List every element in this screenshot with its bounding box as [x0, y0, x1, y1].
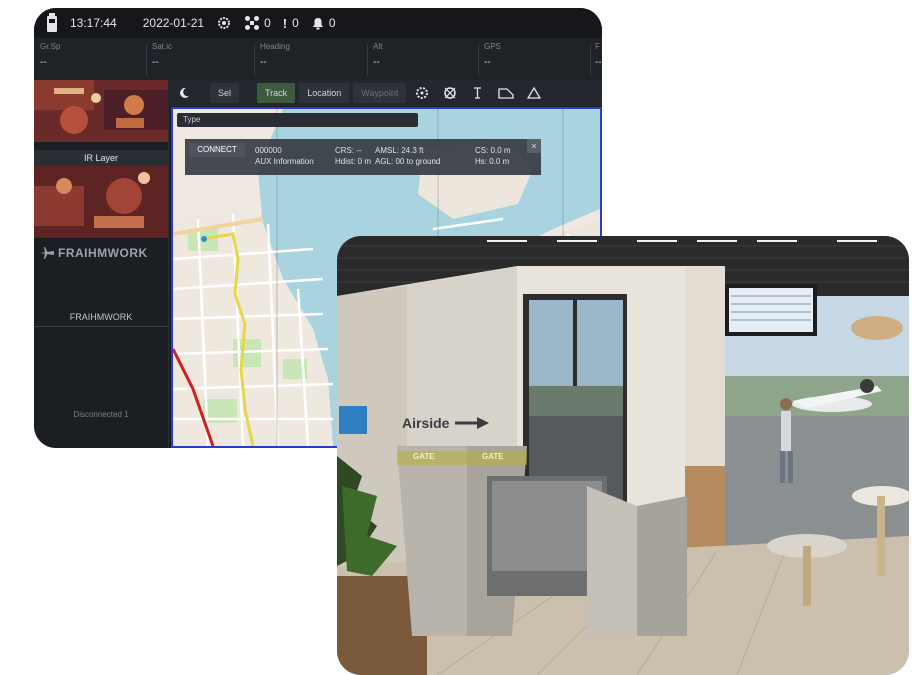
clock-time: 13:17:44 — [70, 16, 117, 30]
telemetry-cell: F -- — [595, 42, 602, 68]
rotor-icon[interactable] — [410, 83, 434, 103]
drone-status[interactable]: 0 — [244, 15, 271, 31]
airplane-icon — [40, 247, 54, 259]
airside-gate-photo: Airside GATE GATE — [337, 236, 909, 675]
telemetry-cell: Heading -- — [260, 42, 290, 68]
telemetry-cell: Sat.ic -- — [152, 42, 173, 68]
warning-count: 0 — [292, 16, 299, 30]
brand-logo: FRAIHMWORK — [40, 246, 148, 260]
airside-sign: Airside — [402, 415, 490, 431]
location-button[interactable]: Location — [299, 83, 350, 103]
airside-label: Airside — [402, 415, 450, 431]
moon-icon[interactable] — [172, 83, 196, 103]
bell-icon — [312, 18, 323, 30]
thermal-feed-thumbnail-2[interactable] — [34, 166, 168, 238]
telemetry-cell: GPS -- — [484, 42, 501, 68]
triangle-icon[interactable] — [522, 83, 546, 103]
alarm-status[interactable]: 0 — [311, 16, 336, 30]
brand-subtitle: FRAIHMWORK — [69, 312, 133, 322]
divider — [34, 326, 168, 327]
info-col-1: 000000 AUX Information — [255, 146, 314, 166]
date-label: 2022-01-21 — [142, 16, 205, 30]
settings-gear-icon[interactable] — [216, 15, 232, 31]
close-icon[interactable]: × — [527, 139, 541, 153]
battery-icon — [46, 13, 58, 33]
exclamation-icon: ! — [282, 15, 288, 31]
connection-status: Disconnected 1 — [73, 410, 129, 419]
arrow-right-icon — [455, 417, 490, 429]
waypoint-button[interactable]: Waypoint — [353, 83, 407, 103]
info-col-4: CS: 0.0 m Hs: 0.0 m — [475, 146, 511, 166]
brand-name: FRAIHMWORK — [58, 246, 148, 260]
select-button[interactable]: Sel — [210, 83, 240, 103]
map-search-input[interactable]: Type — [177, 113, 418, 127]
telemetry-cell: Gr.Sp -- — [40, 42, 61, 68]
target-icon[interactable] — [438, 83, 462, 103]
info-col-2: CRS: -- Hdist: 0 m — [335, 146, 372, 166]
left-sidebar: IR Layer FRAIHMWORK FRAIHMWORK Disconnec… — [34, 80, 169, 448]
telemetry-cell: Alt -- — [373, 42, 383, 68]
top-status-bar: 13:17:44 2022-01-21 0 ! 0 0 — [34, 8, 602, 38]
measure-icon[interactable] — [466, 83, 490, 103]
map-toolbar: Sel Track Location Waypoint — [168, 80, 602, 106]
vehicle-info-popup: CONNECT 000000 AUX Information CRS: -- Hdi… — [185, 139, 541, 175]
info-col-3: AMSL: 24.3 ft AGL: 00 to ground — [375, 146, 441, 166]
drone-icon — [245, 16, 260, 30]
gate-label-1: GATE — [413, 452, 435, 461]
gate-label-2: GATE — [482, 452, 504, 461]
telemetry-row: Gr.Sp -- Sat.ic -- Heading -- Alt -- GPS -- F… — [34, 38, 602, 81]
connect-button[interactable]: CONNECT — [189, 143, 245, 157]
drone-count: 0 — [264, 16, 271, 30]
thumbnail-label: IR Layer — [34, 150, 168, 166]
track-button[interactable]: Track — [257, 83, 296, 103]
warning-status[interactable]: ! 0 — [283, 16, 299, 31]
alarm-count: 0 — [328, 16, 336, 30]
thermal-feed-thumbnail-1[interactable] — [34, 80, 168, 142]
polyline-icon[interactable] — [494, 83, 518, 103]
